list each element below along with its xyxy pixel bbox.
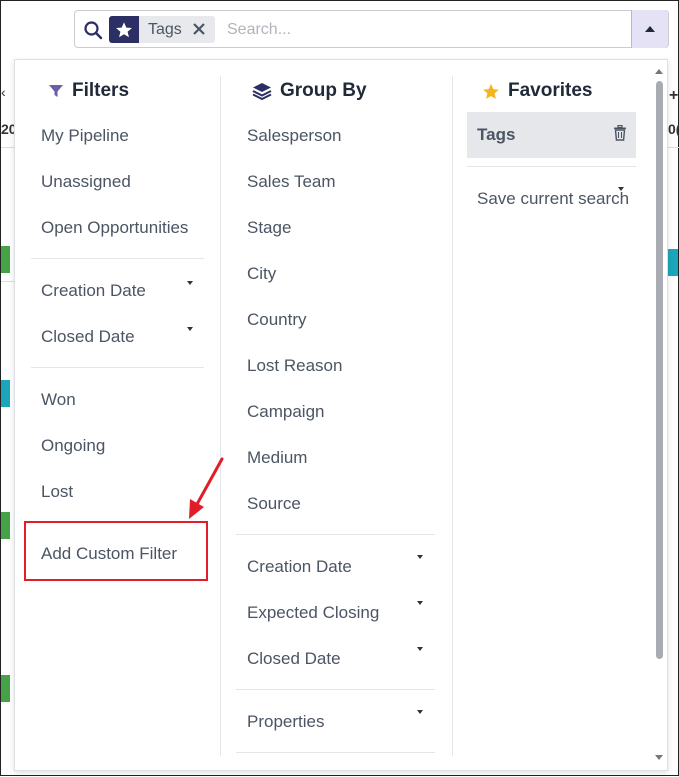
caret-down-icon[interactable] <box>618 187 624 191</box>
favorites-heading-label: Favorites <box>508 80 593 101</box>
filters-separator <box>31 367 204 368</box>
group-by-campaign[interactable]: Campaign <box>247 402 325 422</box>
group-by-city[interactable]: City <box>247 264 276 284</box>
filter-closed-date[interactable]: Closed Date <box>41 327 135 347</box>
filters-heading-label: Filters <box>72 80 130 101</box>
group-by-lost-reason[interactable]: Lost Reason <box>247 356 342 376</box>
background-left-edge: ‹ 20 <box>1 59 17 771</box>
caret-down-icon[interactable] <box>417 647 423 651</box>
favorites-separator <box>467 166 636 167</box>
filter-funnel-icon <box>49 85 63 97</box>
search-input[interactable] <box>225 17 629 43</box>
group-by-medium[interactable]: Medium <box>247 448 307 468</box>
group-by-source[interactable]: Source <box>247 494 301 514</box>
group-by-stage[interactable]: Stage <box>247 218 291 238</box>
background-right-edge: + 0( <box>668 59 679 771</box>
scroll-down-arrow-icon[interactable] <box>655 755 663 760</box>
group-by-closed-date[interactable]: Closed Date <box>247 649 341 669</box>
caret-down-icon[interactable] <box>187 281 193 285</box>
star-icon <box>483 83 499 99</box>
search-panel-dropdown: Filters My Pipeline Unassigned Open Oppo… <box>14 59 668 771</box>
group-by-separator <box>236 534 435 535</box>
filter-won[interactable]: Won <box>41 390 76 410</box>
group-by-heading-label: Group By <box>280 80 367 101</box>
facet-label: Tags <box>148 21 182 38</box>
filter-creation-date[interactable]: Creation Date <box>41 281 146 301</box>
group-by-salesperson[interactable]: Salesperson <box>247 126 342 146</box>
annotation-highlight-box <box>24 521 208 581</box>
search-bar: Tags <box>74 10 669 48</box>
save-current-search[interactable]: Save current search <box>477 189 629 209</box>
toggle-search-panel-button[interactable] <box>631 10 668 48</box>
filter-unassigned[interactable]: Unassigned <box>41 172 131 192</box>
column-divider <box>220 76 221 756</box>
caret-down-icon[interactable] <box>417 555 423 559</box>
favorite-item-label: Tags <box>477 125 516 144</box>
search-icon[interactable] <box>83 20 103 40</box>
scrollbar-thumb[interactable] <box>656 81 663 659</box>
caret-up-icon <box>645 26 655 32</box>
caret-down-icon[interactable] <box>187 327 193 331</box>
favorites-heading: Favorites <box>482 80 592 102</box>
column-divider <box>452 76 453 756</box>
filters-separator <box>31 258 204 259</box>
filters-heading: Filters <box>48 80 129 102</box>
scroll-up-arrow-icon[interactable] <box>655 69 663 74</box>
remove-facet-icon[interactable] <box>191 20 207 38</box>
layers-icon <box>252 83 272 100</box>
group-by-expected-closing[interactable]: Expected Closing <box>247 603 379 623</box>
group-by-properties[interactable]: Properties <box>247 712 324 732</box>
group-by-country[interactable]: Country <box>247 310 307 330</box>
panel-scrollbar[interactable] <box>653 65 665 765</box>
caret-down-icon[interactable] <box>417 710 423 714</box>
filter-my-pipeline[interactable]: My Pipeline <box>41 126 129 146</box>
trash-icon[interactable] <box>613 125 627 141</box>
group-by-creation-date[interactable]: Creation Date <box>247 557 352 577</box>
group-by-separator <box>236 689 435 690</box>
group-by-heading: Group By <box>252 80 367 102</box>
filter-ongoing[interactable]: Ongoing <box>41 436 105 456</box>
favorite-item-tags[interactable]: Tags <box>467 112 636 158</box>
filter-open-opportunities[interactable]: Open Opportunities <box>41 218 188 238</box>
group-by-sales-team[interactable]: Sales Team <box>247 172 336 192</box>
caret-down-icon[interactable] <box>417 601 423 605</box>
search-facet-tags: Tags <box>109 16 215 43</box>
favorite-star-icon <box>109 16 139 43</box>
filter-lost[interactable]: Lost <box>41 482 73 502</box>
group-by-separator <box>236 752 435 753</box>
